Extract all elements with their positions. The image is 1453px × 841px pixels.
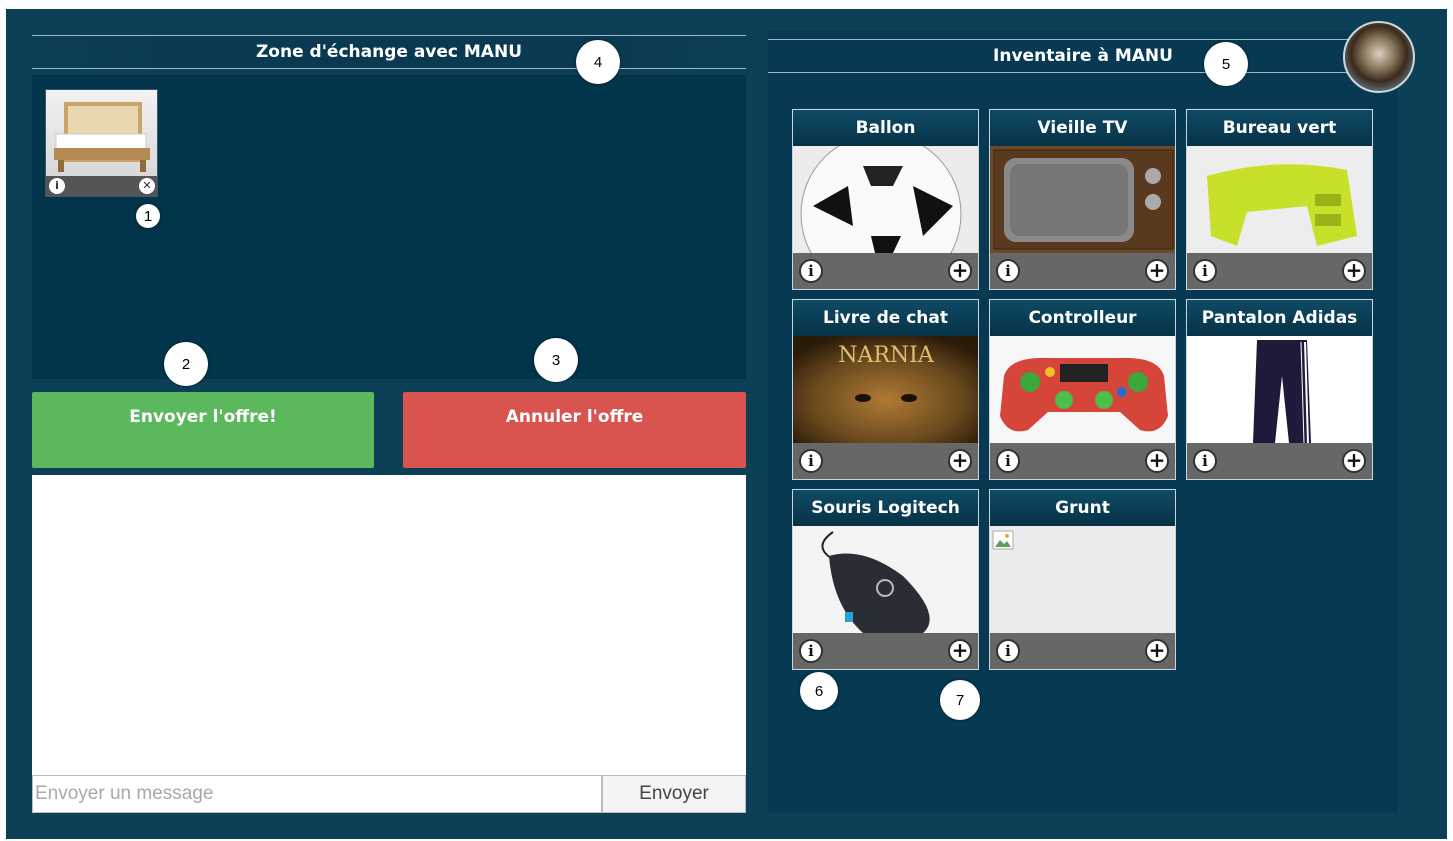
chat-log bbox=[32, 475, 746, 775]
add-icon[interactable]: + bbox=[1145, 449, 1169, 473]
callout-2: 2 bbox=[164, 342, 208, 386]
adidas-pants-image bbox=[1187, 336, 1372, 443]
callout-7: 7 bbox=[940, 680, 980, 720]
offer-item-toolbar: i ✕ bbox=[46, 176, 157, 196]
item-title: Pantalon Adidas bbox=[1187, 300, 1372, 336]
book-title-text: NARNIA bbox=[838, 343, 935, 368]
soccer-ball-image bbox=[793, 146, 978, 253]
info-icon[interactable]: i bbox=[996, 449, 1020, 473]
inventory-panel: Inventaire à MANU Ballon i + Vieille TV bbox=[768, 31, 1398, 813]
item-title: Bureau vert bbox=[1187, 110, 1372, 146]
inventory-item[interactable]: Livre de chat NARNIA i + bbox=[792, 299, 979, 480]
narnia-book-image: NARNIA bbox=[793, 336, 978, 443]
send-message-button[interactable]: Envoyer bbox=[602, 775, 746, 813]
add-icon[interactable]: + bbox=[1145, 259, 1169, 283]
callout-4: 4 bbox=[576, 40, 620, 84]
logitech-mouse-image bbox=[793, 526, 978, 633]
trade-screen: Zone d'échange avec MANU i ✕ Envoyer l'o… bbox=[6, 9, 1447, 839]
remove-icon[interactable]: ✕ bbox=[139, 178, 155, 194]
info-icon[interactable]: i bbox=[49, 178, 65, 194]
item-title: Souris Logitech bbox=[793, 490, 978, 526]
item-title: Ballon bbox=[793, 110, 978, 146]
item-title: Vieille TV bbox=[990, 110, 1175, 146]
inventory-item[interactable]: Vieille TV i + bbox=[989, 109, 1176, 290]
callout-1: 1 bbox=[136, 204, 160, 228]
info-icon[interactable]: i bbox=[1193, 449, 1217, 473]
inventory-item[interactable]: Ballon i + bbox=[792, 109, 979, 290]
add-icon[interactable]: + bbox=[1342, 259, 1366, 283]
inventory-item[interactable]: Bureau vert i + bbox=[1186, 109, 1373, 290]
trade-zone[interactable]: i ✕ bbox=[32, 75, 746, 379]
info-icon[interactable]: i bbox=[799, 639, 823, 663]
avatar[interactable] bbox=[1343, 21, 1415, 93]
info-icon[interactable]: i bbox=[996, 259, 1020, 283]
info-icon[interactable]: i bbox=[799, 449, 823, 473]
folding-bed-image bbox=[46, 90, 157, 178]
info-icon[interactable]: i bbox=[996, 639, 1020, 663]
add-icon[interactable]: + bbox=[1145, 639, 1169, 663]
offer-item-folding-bed[interactable]: i ✕ bbox=[45, 89, 158, 197]
add-icon[interactable]: + bbox=[948, 259, 972, 283]
callout-5: 5 bbox=[1204, 42, 1248, 86]
callout-6: 6 bbox=[800, 672, 838, 710]
info-icon[interactable]: i bbox=[1193, 259, 1217, 283]
message-input[interactable] bbox=[32, 775, 602, 813]
trade-zone-header: Zone d'échange avec MANU bbox=[32, 35, 746, 69]
controller-image bbox=[990, 336, 1175, 443]
info-icon[interactable]: i bbox=[799, 259, 823, 283]
send-offer-button[interactable]: Envoyer l'offre! bbox=[32, 392, 374, 468]
inventory-header: Inventaire à MANU bbox=[768, 39, 1398, 73]
add-icon[interactable]: + bbox=[948, 639, 972, 663]
inventory-item[interactable]: Souris Logitech i + bbox=[792, 489, 979, 670]
broken-image-icon bbox=[990, 526, 1175, 633]
add-icon[interactable]: + bbox=[1342, 449, 1366, 473]
callout-3: 3 bbox=[534, 338, 578, 382]
cancel-offer-button[interactable]: Annuler l'offre bbox=[403, 392, 746, 468]
green-desk-image bbox=[1187, 146, 1372, 253]
inventory-item[interactable]: Controlleur i + bbox=[989, 299, 1176, 480]
item-title: Controlleur bbox=[990, 300, 1175, 336]
item-title: Livre de chat bbox=[793, 300, 978, 336]
inventory-item[interactable]: Pantalon Adidas i + bbox=[1186, 299, 1373, 480]
add-icon[interactable]: + bbox=[948, 449, 972, 473]
item-title: Grunt bbox=[990, 490, 1175, 526]
inventory-item[interactable]: Grunt i + bbox=[989, 489, 1176, 670]
old-tv-image bbox=[990, 146, 1175, 253]
